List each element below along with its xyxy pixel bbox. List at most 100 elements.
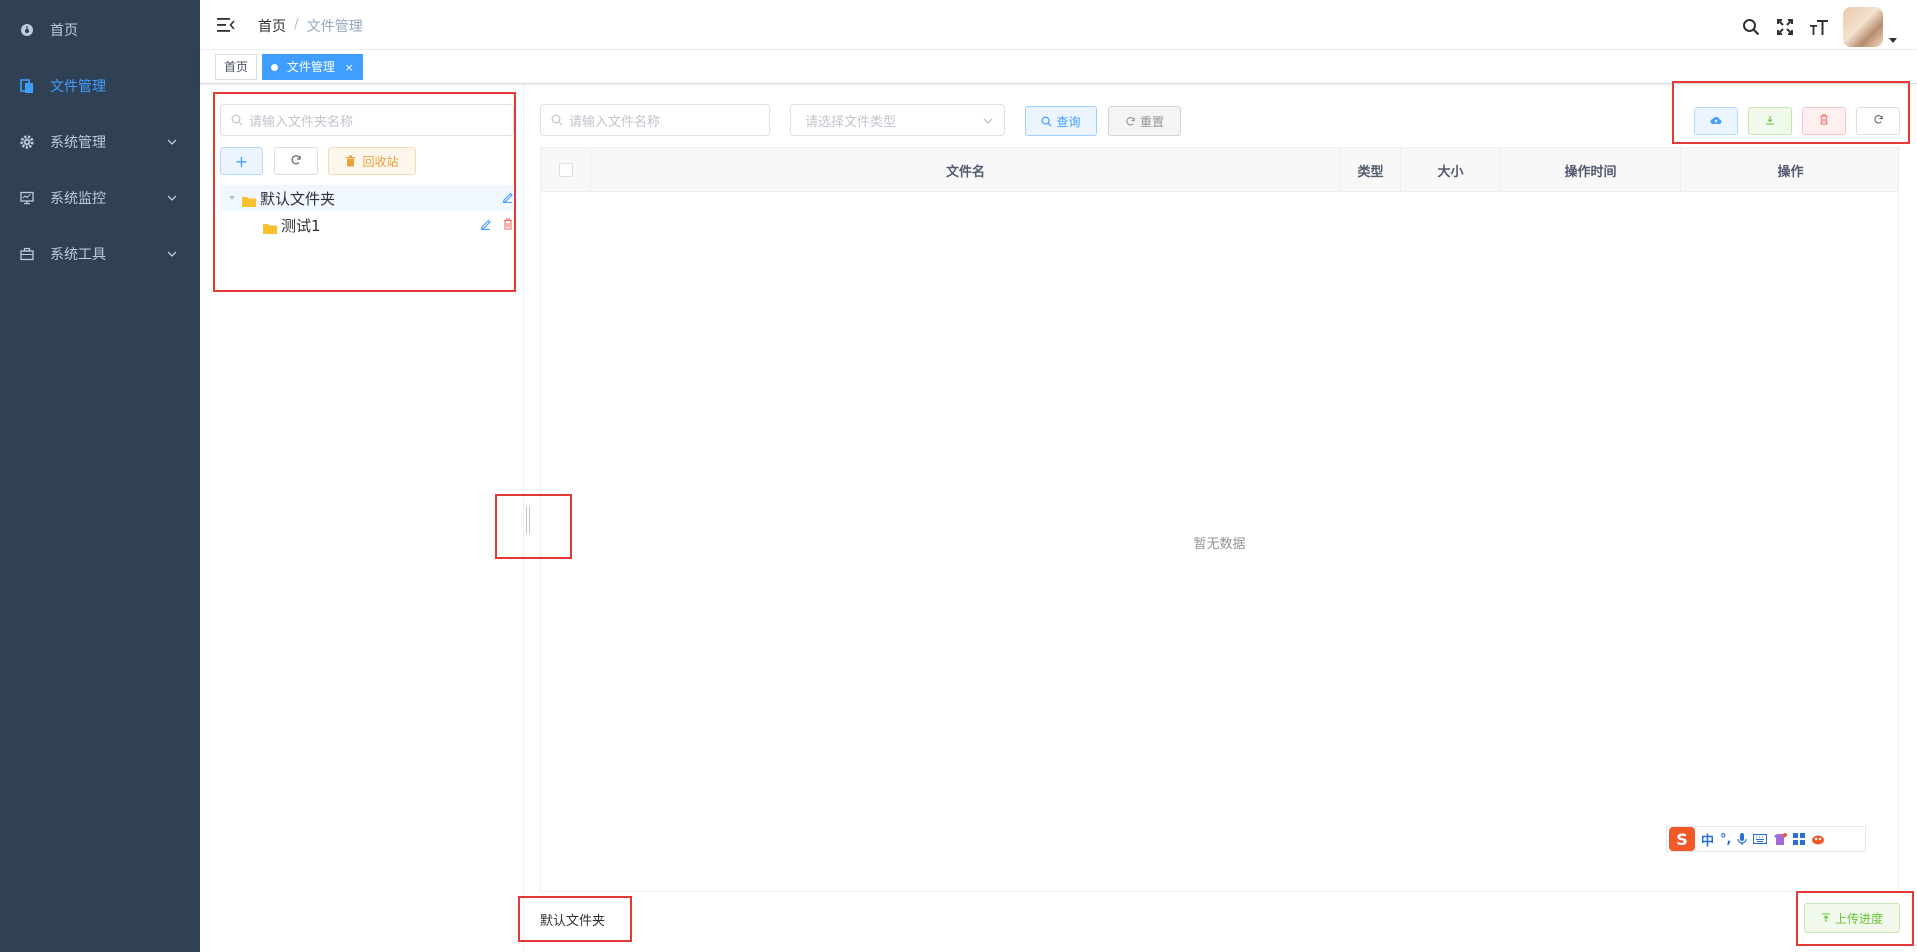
panel-divider: [523, 84, 524, 952]
breadcrumb-separator: /: [294, 16, 299, 32]
upload-progress-button[interactable]: 上传进度: [1804, 903, 1900, 933]
reset-button[interactable]: 重置: [1108, 106, 1181, 136]
avatar[interactable]: [1843, 7, 1883, 47]
file-icon: [20, 79, 34, 93]
file-table: 文件名 类型 大小 操作时间 操作 暂无数据: [540, 147, 1899, 892]
sidebar: 首页 文件管理 系统管理 系统监控 系统工具: [0, 0, 200, 952]
upload-button[interactable]: [1694, 107, 1738, 135]
tree-node-test1[interactable]: 测试1: [220, 212, 515, 238]
skin-icon[interactable]: [1773, 832, 1788, 846]
sidebar-item-system-tools[interactable]: 系统工具: [0, 226, 200, 282]
folder-icon: [242, 193, 256, 207]
query-label: 查询: [1056, 114, 1081, 129]
monitor-icon: [20, 191, 34, 205]
fullscreen-icon[interactable]: [1775, 17, 1795, 37]
navbar: 首页 / 文件管理: [200, 0, 1917, 50]
tag-label: 首页: [224, 60, 249, 74]
sidebar-item-system-management[interactable]: 系统管理: [0, 114, 200, 170]
ime-logo[interactable]: S: [1669, 827, 1695, 851]
column-header-type[interactable]: 类型: [1341, 148, 1401, 192]
hamburger-menu-icon[interactable]: [216, 15, 236, 35]
empty-state: 暂无数据: [1193, 536, 1246, 552]
tag-label: 文件管理: [286, 60, 335, 74]
tag-file-management[interactable]: 文件管理 ×: [262, 54, 363, 80]
column-header-time[interactable]: 操作时间: [1501, 148, 1681, 192]
mascot-icon[interactable]: [1811, 833, 1825, 845]
search-icon[interactable]: [1741, 17, 1761, 37]
search-icon: [231, 114, 243, 130]
chevron-down-icon: [166, 248, 178, 264]
folder-search-placeholder: 请输入文件夹名称: [249, 114, 354, 130]
edit-icon[interactable]: [502, 191, 513, 203]
dashboard-icon: [20, 23, 34, 37]
download-button[interactable]: [1748, 107, 1792, 135]
chevron-down-icon: [982, 115, 994, 127]
column-header-filename[interactable]: 文件名: [591, 148, 1341, 192]
sidebar-item-label: 首页: [50, 23, 78, 39]
close-icon[interactable]: ×: [345, 61, 354, 74]
add-label: +: [234, 151, 249, 171]
refresh-icon: [1873, 114, 1884, 128]
grid-icon[interactable]: [1793, 833, 1806, 845]
caret-down-icon[interactable]: [1889, 37, 1897, 43]
tags-view: 首页 文件管理 ×: [200, 50, 1917, 84]
chevron-down-icon: [166, 192, 178, 208]
sidebar-item-label: 文件管理: [50, 79, 106, 95]
refresh-files-button[interactable]: [1856, 107, 1900, 135]
search-icon: [1041, 116, 1052, 127]
ime-punct[interactable]: °,: [1720, 832, 1731, 847]
cloud-upload-icon: [1710, 114, 1722, 128]
download-icon: [1765, 114, 1775, 128]
refresh-folders-button[interactable]: [274, 147, 318, 175]
column-header-size[interactable]: 大小: [1401, 148, 1501, 192]
select-all-column: [541, 148, 591, 192]
tree-node-label: 默认文件夹: [260, 189, 336, 208]
breadcrumb-home[interactable]: 首页: [258, 16, 286, 36]
sidebar-item-home[interactable]: 首页: [0, 2, 200, 58]
tree-node-default-folder[interactable]: 默认文件夹: [220, 185, 515, 211]
trash-icon: [345, 155, 356, 167]
edit-icon[interactable]: [480, 218, 491, 230]
microphone-icon[interactable]: [1737, 832, 1748, 846]
query-button[interactable]: 查询: [1025, 106, 1097, 136]
keyboard-icon[interactable]: [1753, 834, 1768, 844]
folder-search-input[interactable]: 请输入文件夹名称: [220, 104, 514, 136]
sidebar-item-label: 系统管理: [50, 135, 106, 151]
upload-icon: [1821, 913, 1831, 923]
ime-toolbar[interactable]: S 中 °,: [1666, 826, 1866, 852]
folder-icon: [263, 220, 277, 234]
file-search-input[interactable]: 请输入文件名称: [540, 104, 770, 136]
file-type-select[interactable]: 请选择文件类型: [790, 104, 1005, 136]
sidebar-item-label: 系统监控: [50, 191, 106, 207]
sidebar-item-system-monitor[interactable]: 系统监控: [0, 170, 200, 226]
caret-down-icon[interactable]: [228, 194, 236, 202]
select-all-checkbox[interactable]: [558, 163, 573, 177]
file-type-placeholder: 请选择文件类型: [805, 114, 897, 130]
toolbox-icon: [20, 247, 34, 261]
breadcrumb: 首页 / 文件管理: [258, 16, 363, 36]
active-dot-icon: [271, 64, 278, 71]
add-folder-button[interactable]: +: [220, 147, 263, 175]
sidebar-item-label: 系统工具: [50, 247, 106, 263]
file-search-placeholder: 请输入文件名称: [569, 114, 661, 130]
app-root: 首页 文件管理 系统管理 系统监控 系统工具 首页 / 文件管理 首页 文件管理…: [0, 0, 1917, 952]
delete-files-button[interactable]: [1802, 107, 1846, 135]
ime-mode[interactable]: 中: [1701, 830, 1714, 849]
sidebar-item-file-management[interactable]: 文件管理: [0, 58, 200, 114]
table-header: 文件名 类型 大小 操作时间 操作: [541, 148, 1898, 192]
reset-label: 重置: [1139, 114, 1164, 129]
tag-home[interactable]: 首页: [215, 54, 258, 80]
current-folder-label: 默认文件夹: [540, 914, 606, 929]
chevron-down-icon: [166, 136, 178, 152]
font-size-icon[interactable]: [1809, 17, 1829, 37]
refresh-icon: [290, 154, 302, 169]
recycle-bin-label: 回收站: [362, 154, 399, 169]
upload-progress-label: 上传进度: [1834, 911, 1883, 926]
gear-icon: [20, 135, 34, 149]
delete-icon: [1819, 114, 1829, 128]
tree-node-label: 测试1: [281, 216, 321, 235]
recycle-bin-button[interactable]: 回收站: [328, 147, 416, 175]
delete-icon[interactable]: [503, 218, 513, 230]
refresh-icon: [1125, 116, 1136, 127]
resize-handle[interactable]: [526, 506, 530, 534]
